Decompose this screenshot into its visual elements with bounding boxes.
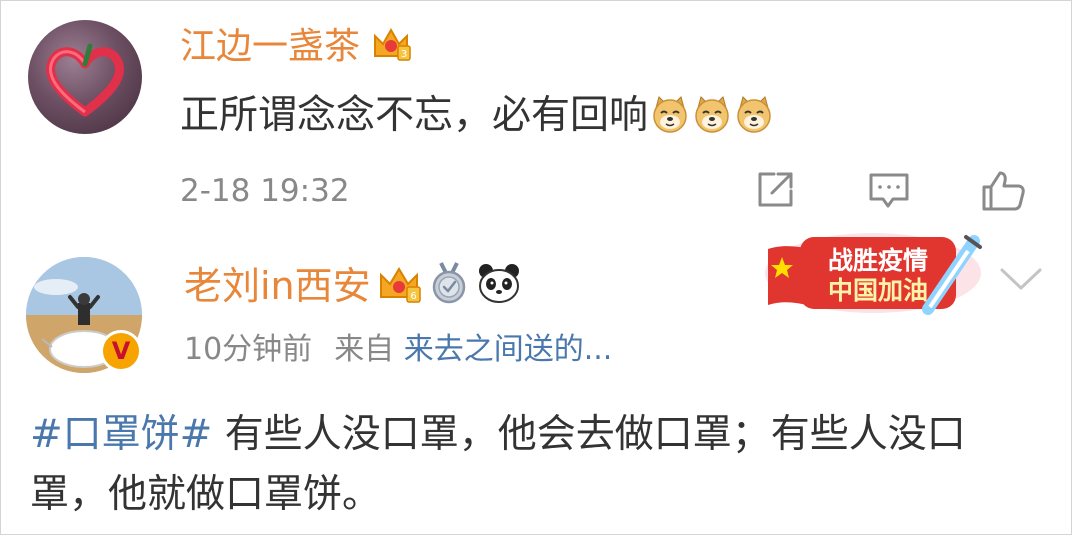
doge-emoji-group (648, 93, 774, 138)
doge-emoji-icon (650, 94, 690, 134)
comment-text: 正所谓念念不忘，必有回响 (180, 90, 774, 142)
chevron-down-icon[interactable] (998, 262, 1044, 294)
svg-text:6: 6 (410, 291, 416, 302)
post-time-ago: 10分钟前 (184, 332, 313, 367)
post-body: #口罩饼# 有些人没口罩，他会去做口罩；有些人没口罩，他就做口罩饼。 (30, 405, 1040, 525)
crown-level-icon: 3 (370, 22, 412, 64)
comment-text-content: 正所谓念念不忘，必有回响 (180, 93, 649, 138)
share-icon[interactable] (752, 167, 798, 213)
commenter-avatar[interactable] (28, 20, 142, 134)
commenter-name-text[interactable]: 江边一盏茶 (180, 26, 360, 67)
poster-username[interactable]: 老刘in西安 6 (184, 260, 521, 312)
medal-answer-icon (427, 261, 471, 305)
doge-emoji-icon (692, 94, 732, 134)
like-icon[interactable] (980, 167, 1026, 213)
post-source-link[interactable]: 来去之间送的... (404, 332, 613, 367)
post-from-label: 来自 (334, 332, 395, 367)
post-meta: 10分钟前 来自 来去之间送的... (184, 330, 612, 370)
verified-badge: V (100, 330, 142, 372)
hashtag-link[interactable]: #口罩饼# (30, 412, 212, 457)
comment-timestamp: 2-18 19:32 (180, 173, 350, 209)
doge-emoji-icon (734, 94, 774, 134)
comment-icon[interactable] (866, 167, 912, 213)
banner-line1: 战胜疫情 (828, 246, 928, 275)
commenter-username[interactable]: 江边一盏茶 3 (180, 22, 412, 71)
fight-epidemic-banner[interactable]: 战胜疫情 中国加油 (760, 229, 986, 317)
poster-name-text[interactable]: 老刘in西安 (184, 264, 371, 308)
panda-icon (477, 261, 521, 305)
svg-text:3: 3 (401, 49, 407, 60)
crown-level-icon: 6 (377, 261, 421, 305)
banner-line2: 中国加油 (828, 276, 928, 305)
